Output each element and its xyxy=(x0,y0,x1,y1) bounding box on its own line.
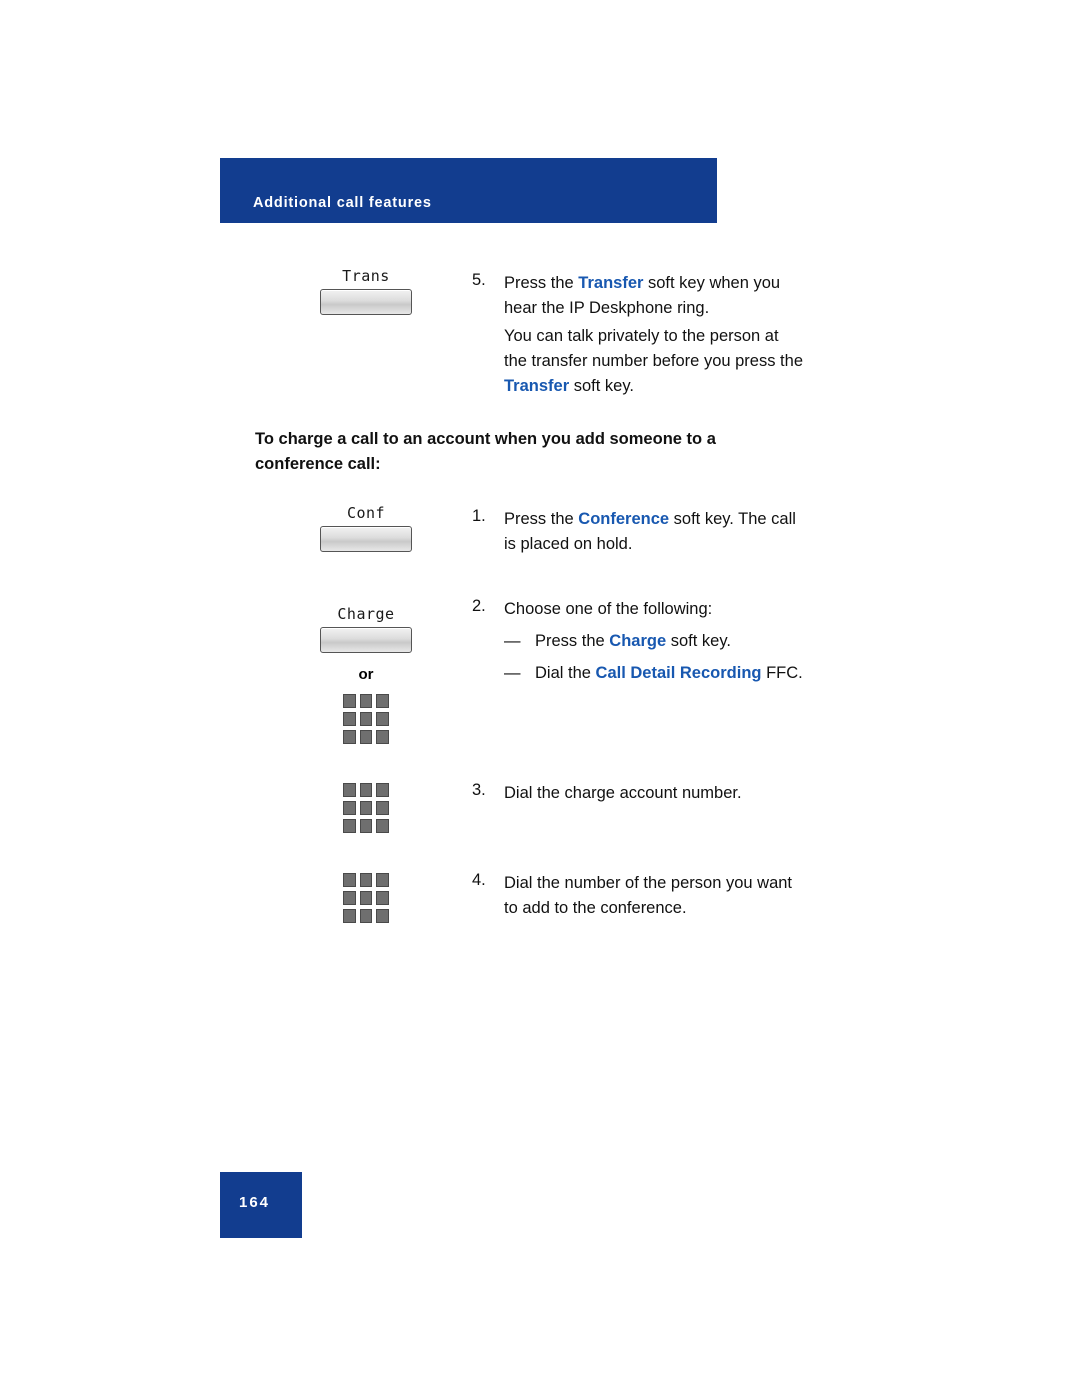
keypad-graphic-1 xyxy=(343,694,390,744)
keypad-row xyxy=(343,730,390,744)
keypad-key xyxy=(343,891,356,905)
keypad-row xyxy=(343,712,390,726)
keypad-graphic-3 xyxy=(343,873,390,923)
keypad-row xyxy=(343,819,390,833)
softkey-conf-label: Conf xyxy=(346,504,386,522)
keypad-graphic-2 xyxy=(343,783,390,833)
keypad-key xyxy=(359,730,373,744)
keypad-key xyxy=(376,873,390,887)
section-heading: To charge a call to an account when you … xyxy=(255,427,895,477)
keypad-key xyxy=(376,694,390,708)
section-heading-line2: conference call: xyxy=(255,455,381,473)
step-1-text: Press the Conference soft key. The call … xyxy=(504,507,884,557)
keypad-key xyxy=(343,712,356,726)
bullet-1-charge-bold: Charge xyxy=(609,632,667,650)
softkey-conf-button xyxy=(320,525,412,552)
step-1-line2: is placed on hold. xyxy=(504,535,633,553)
step-1-conference-bold: Conference xyxy=(578,510,670,528)
bullet-2-post: FFC. xyxy=(761,664,803,682)
step-2-text: Choose one of the following: xyxy=(504,597,884,622)
keypad-icon-3 xyxy=(343,873,390,927)
step-4-number: 4. xyxy=(472,871,486,889)
softkey-conf: Conf xyxy=(320,505,412,552)
keypad-key xyxy=(376,909,390,923)
step-5-line1-pre: Press the xyxy=(504,274,579,292)
section-heading-line1: To charge a call to an account when you … xyxy=(255,430,716,448)
keypad-key xyxy=(343,819,356,833)
keypad-row xyxy=(343,873,390,887)
keypad-key xyxy=(343,694,356,708)
keypad-row xyxy=(343,909,390,923)
keypad-key xyxy=(343,730,356,744)
bullet-2-dash: — xyxy=(504,664,521,682)
step-5-note-line2: the transfer number before you press the xyxy=(504,352,803,370)
bullet-1-text: Press the Charge soft key. xyxy=(535,629,915,654)
step-5-line1-post: soft key when you xyxy=(643,274,781,292)
step-3-line1: Dial the charge account number. xyxy=(504,784,742,802)
step-4-line2: to add to the conference. xyxy=(504,899,687,917)
bullet-2-cdr-bold: Call Detail Recording xyxy=(595,664,762,682)
page-number: 164 xyxy=(239,1194,271,1211)
step-5-note-line1: You can talk privately to the person at xyxy=(504,327,779,345)
softkey-trans-button xyxy=(320,288,412,315)
keypad-key xyxy=(376,801,390,815)
softkey-charge-button xyxy=(320,626,412,653)
step-5-note: You can talk privately to the person at … xyxy=(504,324,864,399)
step-5-note-transfer-bold: Transfer xyxy=(504,377,570,395)
keypad-key xyxy=(376,712,390,726)
keypad-key xyxy=(359,819,373,833)
step-5-number: 5. xyxy=(472,271,486,289)
keypad-key xyxy=(343,783,356,797)
keypad-row xyxy=(343,694,390,708)
charge-softkey-graphic: Charge xyxy=(320,606,412,653)
keypad-key xyxy=(376,783,390,797)
trans-softkey-graphic: Trans xyxy=(320,268,412,315)
keypad-row xyxy=(343,801,390,815)
step-2-number: 2. xyxy=(472,597,486,615)
page-number-box: 164 xyxy=(220,1172,302,1238)
step-5-line2: hear the IP Deskphone ring. xyxy=(504,299,710,317)
page-content: Trans 5. Press the Transfer soft key whe… xyxy=(0,0,1080,1397)
bullet-2-text: Dial the Call Detail Recording FFC. xyxy=(535,661,935,686)
keypad-row xyxy=(343,783,390,797)
step-5-note-line3-post: soft key. xyxy=(569,377,634,395)
softkey-charge-label: Charge xyxy=(337,605,395,623)
keypad-key xyxy=(376,891,390,905)
step-1-line1-pre: Press the xyxy=(504,510,579,528)
or-separator-label: or xyxy=(358,666,374,683)
keypad-icon-2 xyxy=(343,783,390,837)
keypad-key xyxy=(359,873,373,887)
step-1-line1-post: soft key. The call xyxy=(669,510,796,528)
bullet-1-post: soft key. xyxy=(666,632,731,650)
softkey-trans-label: Trans xyxy=(342,267,390,285)
bullet-1-dash: — xyxy=(504,632,521,650)
step-3-text: Dial the charge account number. xyxy=(504,781,884,806)
step-2-line1: Choose one of the following: xyxy=(504,600,713,618)
keypad-key xyxy=(343,873,356,887)
keypad-key xyxy=(343,801,356,815)
bullet-1-pre: Press the xyxy=(535,632,610,650)
step-5-transfer-bold: Transfer xyxy=(578,274,644,292)
step-4-line1: Dial the number of the person you want xyxy=(504,874,793,892)
keypad-key xyxy=(376,819,390,833)
step-3-number: 3. xyxy=(472,781,486,799)
keypad-key xyxy=(359,801,373,815)
keypad-key xyxy=(359,783,373,797)
softkey-charge: Charge xyxy=(320,606,412,653)
keypad-icon-1 xyxy=(343,694,390,748)
keypad-key xyxy=(359,909,373,923)
step-1-number: 1. xyxy=(472,507,486,525)
keypad-key xyxy=(359,712,373,726)
conf-softkey-graphic: Conf xyxy=(320,505,412,552)
softkey-trans: Trans xyxy=(320,268,412,315)
keypad-row xyxy=(343,891,390,905)
keypad-key xyxy=(359,694,373,708)
keypad-key xyxy=(376,730,390,744)
bullet-2-pre: Dial the xyxy=(535,664,596,682)
step-5-text: Press the Transfer soft key when you hea… xyxy=(504,271,864,321)
keypad-key xyxy=(343,909,356,923)
step-4-text: Dial the number of the person you want t… xyxy=(504,871,904,921)
keypad-key xyxy=(359,891,373,905)
